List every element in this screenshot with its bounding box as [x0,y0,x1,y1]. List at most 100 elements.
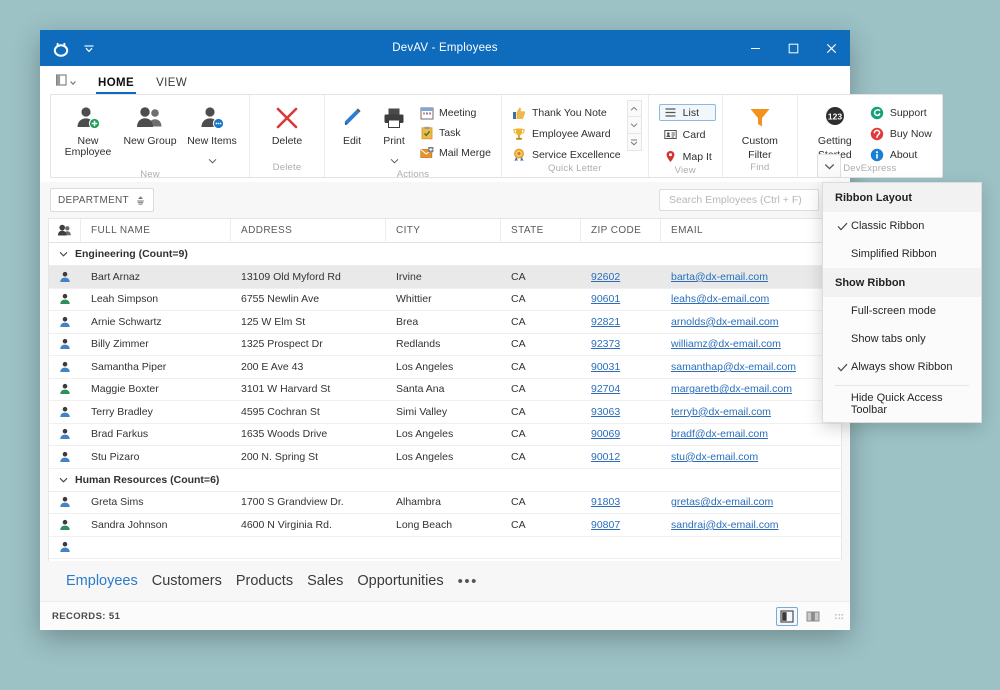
column-header-full-name[interactable]: FULL NAME [81,219,231,242]
view-card-button[interactable]: Card [659,126,716,143]
custom-filter-button[interactable]: Custom Filter [729,100,791,161]
file-menu-icon[interactable] [50,67,80,93]
menu-item-full-screen-mode[interactable]: Full-screen mode [823,297,981,325]
table-row[interactable]: Leah Simpson6755 Newlin AveWhittierCA906… [49,289,841,312]
task-button[interactable]: Task [415,124,495,141]
cell-zip-code: 93063 [581,406,661,418]
bottom-tab-employees[interactable]: Employees [66,573,138,589]
department-filter-button[interactable]: DEPARTMENT [50,188,154,212]
zip-code-link[interactable]: 90031 [591,361,620,373]
table-row[interactable]: Arnie Schwartz125 W Elm StBreaCA92821arn… [49,311,841,334]
group-row[interactable]: Engineering (Count=9) [49,243,841,266]
resize-grip-icon[interactable] [832,610,844,622]
about-button[interactable]: About [866,146,936,163]
column-header-city[interactable]: CITY [386,219,501,242]
zip-code-link[interactable]: 92821 [591,316,620,328]
menu-item-show-tabs-only[interactable]: Show tabs only [823,325,981,353]
menu-item-hide-quick-access-toolbar[interactable]: Hide Quick Access Toolbar [823,390,981,418]
group-row[interactable]: Human Resources (Count=6) [49,469,841,492]
table-row[interactable]: Brad Farkus1635 Woods DriveLos AngelesCA… [49,424,841,447]
buy-now-button[interactable]: Buy Now [866,125,936,142]
zip-code-link[interactable]: 92704 [591,383,620,395]
bottom-tabs-more-button[interactable]: ••• [458,573,478,590]
menu-item-simplified-ribbon[interactable]: Simplified Ribbon [823,240,981,268]
search-input-wrapper[interactable] [659,189,819,211]
search-input[interactable] [667,193,811,207]
zip-code-link[interactable]: 91803 [591,496,620,508]
zip-code-link[interactable]: 92373 [591,338,620,350]
edit-button[interactable]: Edit [331,100,373,147]
email-link[interactable]: leahs@dx-email.com [671,293,769,305]
zip-code-link[interactable]: 90807 [591,519,620,531]
cell-zip-code: 91803 [581,496,661,508]
chevron-down-icon[interactable] [59,477,68,483]
thank-you-note-button[interactable]: Thank You Note [508,104,625,121]
table-row[interactable]: Sandra Johnson4600 N Virginia Rd.Long Be… [49,514,841,537]
bottom-tab-opportunities[interactable]: Opportunities [357,573,443,589]
meeting-button[interactable]: Meeting [415,104,495,121]
email-link[interactable]: arnolds@dx-email.com [671,316,779,328]
email-link[interactable]: samanthap@dx-email.com [671,361,796,373]
getting-started-button[interactable]: 123 Getting Started [804,100,866,161]
mail-merge-button[interactable]: Mail Merge [415,144,495,161]
scroll-down-icon[interactable] [627,117,642,134]
email-link[interactable]: sandraj@dx-email.com [671,519,779,531]
email-link[interactable]: williamz@dx-email.com [671,338,781,350]
table-row[interactable]: Stu Pizaro200 N. Spring StLos AngelesCA9… [49,446,841,469]
email-link[interactable]: bradf@dx-email.com [671,428,768,440]
bottom-tab-products[interactable]: Products [236,573,293,589]
table-row[interactable]: Bart Arnaz13109 Old Myford RdIrvineCA926… [49,266,841,289]
gallery-expand-icon[interactable] [627,134,642,151]
chevron-down-icon[interactable] [82,41,96,55]
new-items-button[interactable]: New Items [181,100,243,169]
bottom-tab-sales[interactable]: Sales [307,573,343,589]
column-header-zip-code[interactable]: ZIP CODE [581,219,661,242]
delete-button[interactable]: Delete [256,100,318,147]
column-header-address[interactable]: ADDRESS [231,219,386,242]
print-button[interactable]: Print [373,100,415,169]
zip-code-link[interactable]: 90601 [591,293,620,305]
zip-code-link[interactable]: 90012 [591,451,620,463]
column-header-email[interactable]: EMAIL [661,219,841,242]
bottom-tab-customers[interactable]: Customers [152,573,222,589]
card-view-icon[interactable] [802,607,824,626]
menu-item-classic-ribbon[interactable]: Classic Ribbon [823,212,981,240]
maximize-icon[interactable] [774,30,812,66]
ribbon-collapse-button[interactable] [817,154,841,178]
zip-code-link[interactable]: 90069 [591,428,620,440]
zip-code-link[interactable]: 93063 [591,406,620,418]
tab-view[interactable]: VIEW [146,74,197,94]
new-employee-button[interactable]: New Employee [57,100,119,158]
view-list-button[interactable]: List [659,104,716,121]
chevron-down-icon[interactable] [390,151,399,169]
table-row[interactable]: Terry Bradley4595 Cochran StSimi ValleyC… [49,401,841,424]
table-row[interactable]: Greta Sims1700 S Grandview Dr.AlhambraCA… [49,492,841,515]
table-row[interactable]: Billy Zimmer1325 Prospect DrRedlandsCA92… [49,334,841,357]
minimize-icon[interactable] [736,30,774,66]
email-link[interactable]: stu@dx-email.com [671,451,758,463]
email-link[interactable]: terryb@dx-email.com [671,406,771,418]
cell-state: CA [501,361,581,373]
support-button[interactable]: Support [866,104,936,121]
employee-award-button[interactable]: Employee Award [508,125,625,142]
column-header-state[interactable]: STATE [501,219,581,242]
scroll-up-icon[interactable] [627,100,642,117]
close-icon[interactable] [812,30,850,66]
table-row[interactable]: Maggie Boxter3101 W Harvard StSanta AnaC… [49,379,841,402]
chevron-down-icon[interactable] [208,151,217,169]
split-view-icon[interactable] [776,607,798,626]
email-link[interactable]: margaretb@dx-email.com [671,383,792,395]
table-row[interactable]: Samantha Piper200 E Ave 43Los AngelesCA9… [49,356,841,379]
email-link[interactable]: barta@dx-email.com [671,271,768,283]
chevron-down-icon[interactable] [59,251,68,257]
quick-access-toolbar[interactable] [40,37,96,59]
email-link[interactable]: gretas@dx-email.com [671,496,773,508]
view-map-it-button[interactable]: Map It [659,148,716,165]
zip-code-link[interactable]: 92602 [591,271,620,283]
contacts-column-icon[interactable] [49,219,81,242]
tab-home[interactable]: HOME [88,74,144,94]
service-excellence-button[interactable]: Service Excellence [508,146,625,163]
table-row[interactable] [49,537,841,560]
new-group-button[interactable]: New Group [119,100,181,147]
menu-item-always-show-ribbon[interactable]: Always show Ribbon [823,353,981,381]
